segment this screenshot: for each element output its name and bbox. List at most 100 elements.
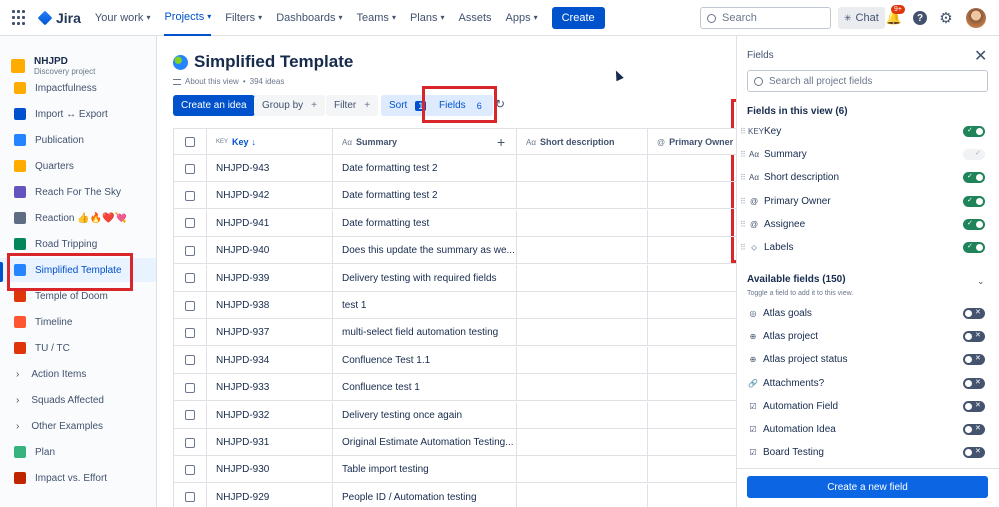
nav-your-work[interactable]: Your work ▾ xyxy=(95,0,151,36)
settings-gear-icon[interactable]: ⚙ xyxy=(937,9,955,27)
column-header-short-description[interactable]: Aα Short description xyxy=(517,129,648,155)
key-cell[interactable]: NHJPD-933 xyxy=(207,374,333,402)
sidebar-item-squads-affected[interactable]: › Squads Affected xyxy=(0,388,156,412)
sidebar-item-impactfulness[interactable]: Impactfulness xyxy=(0,76,156,100)
key-cell[interactable]: NHJPD-932 xyxy=(207,401,333,429)
key-cell[interactable]: NHJPD-931 xyxy=(207,429,333,456)
table-row[interactable]: NHJPD-943 Date formatting test 2 xyxy=(174,155,736,182)
sidebar-item-action-items[interactable]: › Action Items xyxy=(0,362,156,386)
short-description-cell[interactable] xyxy=(517,346,648,374)
table-row[interactable]: NHJPD-930 Table import testing xyxy=(174,456,736,484)
short-description-cell[interactable] xyxy=(517,237,648,265)
table-row[interactable]: NHJPD-940 Does this update the summary as… xyxy=(174,237,736,265)
row-checkbox[interactable] xyxy=(185,300,195,311)
short-description-cell[interactable] xyxy=(517,264,648,292)
chat-button[interactable]: ✳ Chat xyxy=(838,7,885,29)
field-toggle[interactable]: ✓ xyxy=(963,172,985,184)
sidebar-item-plan[interactable]: Plan xyxy=(0,440,156,464)
drag-handle-icon[interactable]: ⠿ xyxy=(740,127,746,136)
field-attachments[interactable]: 🔗 Attachments? ✕ xyxy=(737,372,999,395)
sidebar-item-import-export[interactable]: Import ↔ Export xyxy=(0,102,156,126)
primary-owner-cell[interactable] xyxy=(648,292,736,319)
field-toggle[interactable]: ✕ xyxy=(963,424,985,435)
short-description-cell[interactable] xyxy=(517,429,648,456)
primary-owner-cell[interactable] xyxy=(648,319,736,346)
row-checkbox[interactable] xyxy=(185,218,195,229)
create-button[interactable]: Create xyxy=(551,6,605,29)
nav-assets[interactable]: Assets xyxy=(459,0,492,36)
row-checkbox[interactable] xyxy=(185,327,195,338)
summary-cell[interactable]: Date formatting test xyxy=(333,209,517,237)
column-header-summary[interactable]: Aα Summary xyxy=(333,129,517,155)
row-checkbox[interactable] xyxy=(185,355,195,366)
project-header[interactable]: NHJPD Discovery project xyxy=(0,36,156,76)
field-toggle[interactable]: ✓ xyxy=(963,218,985,230)
key-cell[interactable]: NHJPD-929 xyxy=(207,483,333,507)
field-atlas-project-status[interactable]: ⊕ Atlas project status ✕ xyxy=(737,348,999,371)
primary-owner-cell[interactable] xyxy=(648,347,736,374)
column-header-key[interactable]: KEY Key ↓ xyxy=(207,129,333,155)
short-description-cell[interactable] xyxy=(517,483,648,507)
nav-dashboards[interactable]: Dashboards ▾ xyxy=(276,0,342,36)
key-cell[interactable]: NHJPD-939 xyxy=(207,264,333,292)
row-checkbox[interactable] xyxy=(185,163,195,174)
summary-cell[interactable]: Confluence Test 1.1 xyxy=(333,346,517,374)
sidebar-item-timeline[interactable]: Timeline xyxy=(0,310,156,334)
summary-cell[interactable]: Original Estimate Automation Testing... xyxy=(333,429,517,456)
primary-owner-cell[interactable] xyxy=(648,456,736,483)
summary-cell[interactable]: Date formatting test 2 xyxy=(333,182,517,210)
close-icon[interactable]: ✕ xyxy=(974,46,987,66)
sidebar-item-quarters[interactable]: Quarters xyxy=(0,154,156,178)
field-short-description[interactable]: ⠿ Aα Short description ✓ xyxy=(737,166,999,189)
key-cell[interactable]: NHJPD-940 xyxy=(207,237,333,265)
primary-owner-cell[interactable] xyxy=(648,374,736,401)
drag-handle-icon[interactable]: ⠿ xyxy=(740,173,746,182)
create-idea-button[interactable]: Create an idea xyxy=(173,95,255,116)
table-row[interactable]: NHJPD-941 Date formatting test xyxy=(174,209,736,237)
key-cell[interactable]: NHJPD-942 xyxy=(207,182,333,210)
field-toggle[interactable]: ✕ xyxy=(963,308,985,319)
row-checkbox[interactable] xyxy=(185,382,195,393)
field-automation-idea[interactable]: ☑ Automation Idea ✕ xyxy=(737,418,999,441)
nav-filters[interactable]: Filters ▾ xyxy=(225,0,262,36)
key-cell[interactable]: NHJPD-943 xyxy=(207,155,333,182)
create-new-field-button[interactable]: Create a new field xyxy=(747,476,988,498)
row-checkbox[interactable] xyxy=(185,245,195,256)
table-row[interactable]: NHJPD-933 Confluence test 1 xyxy=(174,374,736,402)
nav-teams[interactable]: Teams ▾ xyxy=(357,0,396,36)
user-avatar[interactable] xyxy=(966,8,986,28)
help-icon[interactable]: ? xyxy=(911,9,929,27)
table-row[interactable]: NHJPD-939 Delivery testing with required … xyxy=(174,264,736,292)
short-description-cell[interactable] xyxy=(517,182,648,210)
summary-cell[interactable]: Delivery testing once again xyxy=(333,401,517,429)
field-labels[interactable]: ⠿ ⬦ Labels ✓ xyxy=(737,236,999,259)
row-checkbox[interactable] xyxy=(185,410,195,421)
key-cell[interactable]: NHJPD-937 xyxy=(207,319,333,347)
about-view-link[interactable]: About this view xyxy=(185,77,239,86)
sidebar-item-reach-for-the-sky[interactable]: Reach For The Sky xyxy=(0,180,156,204)
primary-owner-cell[interactable] xyxy=(648,182,736,209)
select-all-checkbox[interactable] xyxy=(185,137,195,147)
row-checkbox[interactable] xyxy=(185,492,195,503)
field-toggle[interactable]: ✕ xyxy=(963,447,985,459)
primary-owner-cell[interactable] xyxy=(648,237,736,264)
table-row[interactable]: NHJPD-942 Date formatting test 2 xyxy=(174,182,736,210)
add-column-button[interactable]: + xyxy=(497,134,505,150)
field-toggle[interactable]: ✓ xyxy=(963,126,985,137)
field-board-testing[interactable]: ☑ Board Testing ✕ xyxy=(737,441,999,464)
primary-owner-cell[interactable] xyxy=(648,429,736,456)
summary-cell[interactable]: multi-select field automation testing xyxy=(333,319,517,347)
short-description-cell[interactable] xyxy=(517,456,648,484)
sidebar-item-impact-vs-effort[interactable]: Impact vs. Effort xyxy=(0,466,156,490)
drag-handle-icon[interactable]: ⠿ xyxy=(740,150,746,159)
field-toggle[interactable]: ✕ xyxy=(963,377,985,389)
field-toggle[interactable]: ✕ xyxy=(963,331,985,343)
field-summary[interactable]: ⠿ Aα Summary ✓ xyxy=(737,143,999,166)
group-by-button[interactable]: Group by + xyxy=(254,95,325,116)
nav-projects[interactable]: Projects ▾ xyxy=(164,0,212,36)
field-automation-field[interactable]: ☑ Automation Field ✕ xyxy=(737,395,999,418)
table-row[interactable]: NHJPD-932 Delivery testing once again xyxy=(174,401,736,429)
drag-handle-icon[interactable]: ⠿ xyxy=(740,243,746,252)
summary-cell[interactable]: People ID / Automation testing xyxy=(333,483,517,507)
jira-logo[interactable]: Jira xyxy=(37,10,81,26)
